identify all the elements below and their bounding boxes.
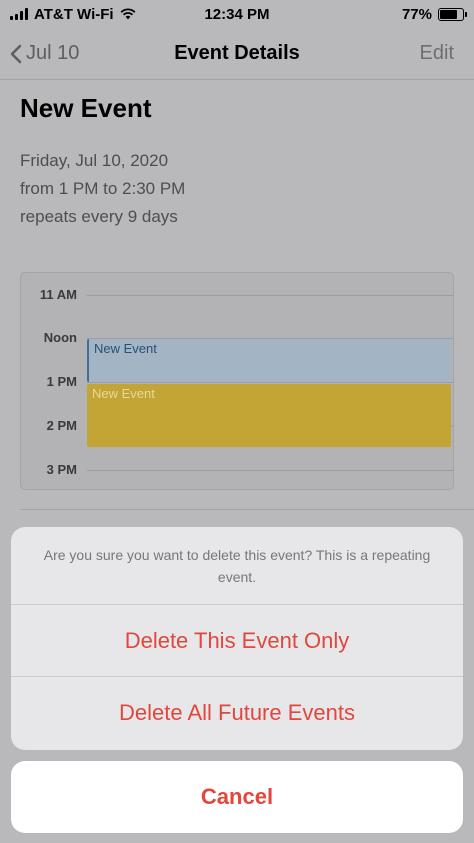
chevron-left-icon [10, 44, 22, 63]
hour-label: 3 PM [46, 462, 77, 477]
status-right: 77% [304, 5, 467, 23]
battery-fill [440, 9, 457, 19]
hour-line [87, 295, 453, 296]
event-meta: Friday, Jul 10, 2020 from 1 PM to 2:30 P… [20, 147, 185, 231]
event-block-blue[interactable]: New Event [87, 339, 451, 382]
cellular-signal-icon [10, 8, 28, 20]
separator [20, 509, 474, 510]
hour-row: 11 AM [21, 285, 453, 305]
hour-label: Noon [43, 330, 77, 345]
hour-line [87, 382, 453, 383]
status-left: AT&T Wi-Fi [10, 6, 170, 23]
event-date: Friday, Jul 10, 2020 [20, 151, 169, 170]
hour-label: 11 AM [39, 287, 77, 302]
day-view[interactable]: 11 AM Noon 1 PM 2 PM 3 PM New Event New … [20, 272, 454, 490]
back-label: Jul 10 [26, 42, 80, 64]
event-time-range: from 1 PM to 2:30 PM [20, 179, 186, 198]
hour-row: 3 PM [21, 460, 453, 480]
hour-label: 1 PM [46, 374, 77, 389]
status-time: 12:34 PM [204, 5, 270, 23]
hour-label: 2 PM [46, 418, 77, 433]
battery-percent: 77% [401, 5, 432, 23]
delete-future-events-button[interactable]: Delete All Future Events [11, 677, 463, 749]
hour-line [87, 470, 453, 471]
event-title: New Event [20, 93, 152, 123]
cancel-button[interactable]: Cancel [11, 761, 463, 833]
action-sheet-message: Are you sure you want to delete this eve… [11, 527, 463, 605]
wifi-icon [120, 8, 136, 20]
event-block-gold[interactable]: New Event [87, 384, 451, 447]
back-button[interactable]: Jul 10 [10, 42, 79, 65]
carrier-label: AT&T Wi-Fi [34, 5, 114, 23]
battery-icon [438, 7, 467, 21]
event-repeat: repeats every 9 days [20, 207, 178, 226]
status-bar: AT&T Wi-Fi 12:34 PM 77% [0, 0, 474, 28]
delete-this-event-button[interactable]: Delete This Event Only [11, 605, 463, 677]
navigation-bar: Jul 10 Event Details Edit [0, 28, 474, 80]
action-sheet: Are you sure you want to delete this eve… [11, 527, 463, 750]
edit-button[interactable]: Edit [420, 42, 454, 65]
